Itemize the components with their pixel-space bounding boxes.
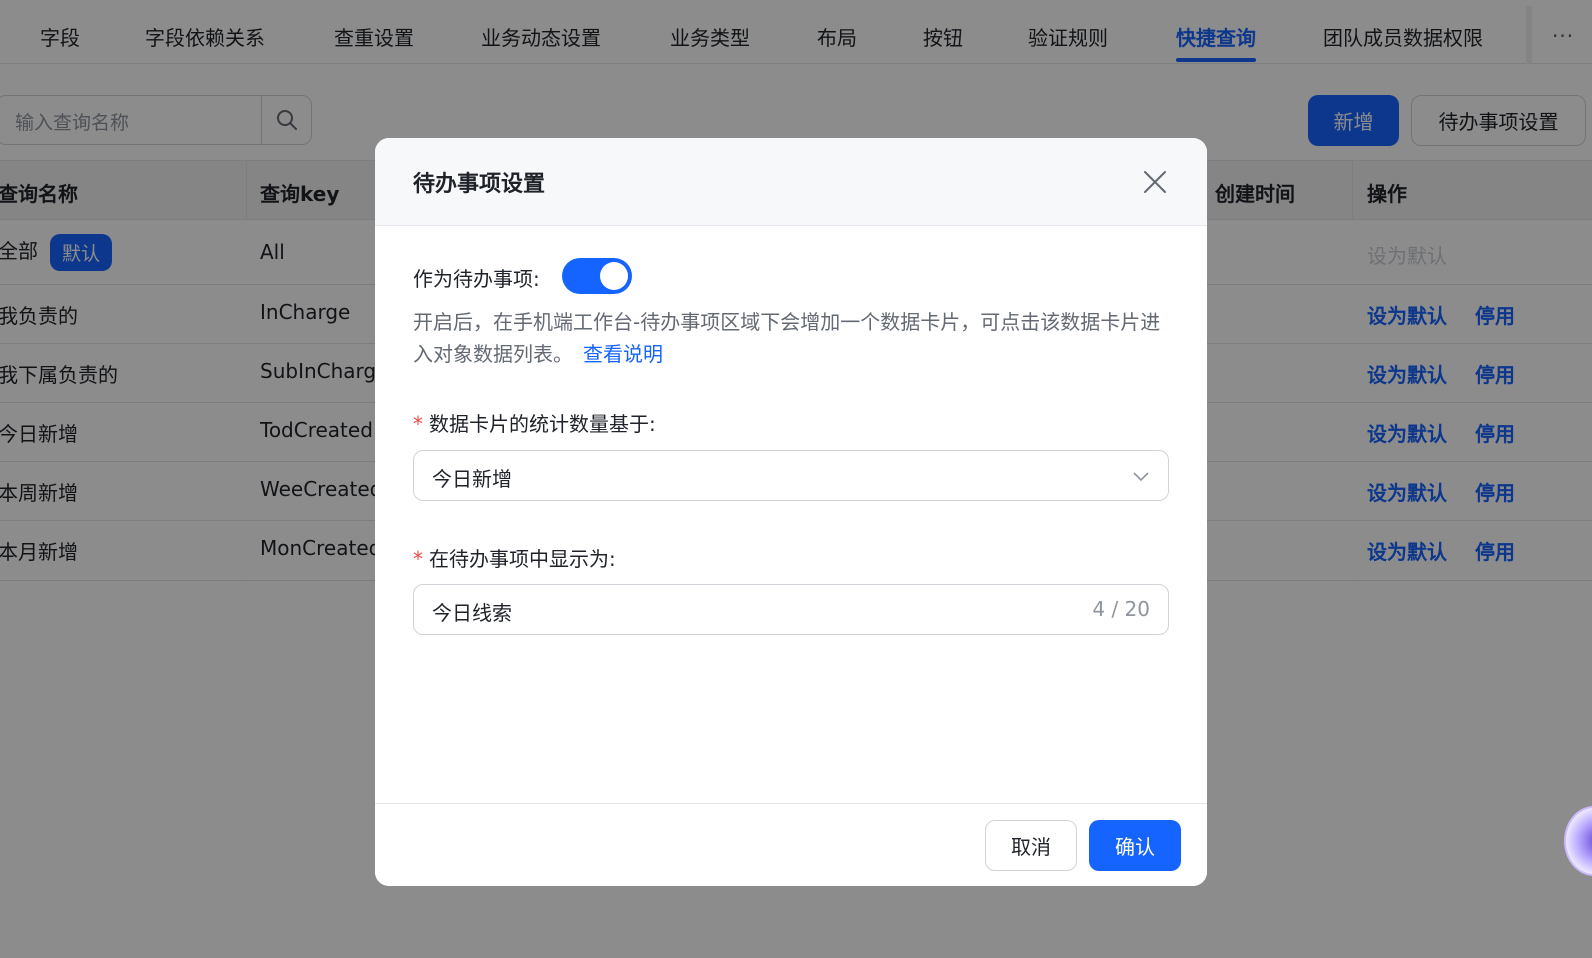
chevron-down-icon [1133,472,1149,482]
view-instructions-link[interactable]: 查看说明 [583,342,663,366]
display-name-input[interactable]: 今日线索 4 / 20 [413,584,1169,635]
confirm-button[interactable]: 确认 [1089,820,1181,871]
stat-basis-value: 今日新增 [432,467,512,491]
help-description: 开启后，在手机端工作台-待办事项区域下会增加一个数据卡片，可点击该数据卡片进入对… [413,310,1161,366]
display-name-label: * 在待办事项中显示为: [413,543,616,572]
display-name-value: 今日线索 [432,601,512,625]
dialog-footer: 取消 确认 [375,803,1207,886]
dialog-header: 待办事项设置 [375,138,1207,226]
toggle-knob [600,262,628,290]
todo-toggle-label: 作为待办事项: [413,267,540,291]
cancel-button[interactable]: 取消 [985,820,1077,871]
required-marker: * [413,547,423,571]
dialog-title: 待办事项设置 [413,172,546,197]
todo-toggle-switch[interactable] [562,258,632,294]
required-marker: * [413,412,423,436]
char-counter: 4 / 20 [1092,597,1150,621]
stat-basis-select[interactable]: 今日新增 [413,450,1169,501]
todo-settings-dialog: 待办事项设置 作为待办事项: 开启后，在手机端工作台-待办事项区域下会增加一个数… [375,138,1207,886]
display-name-label-text: 在待办事项中显示为: [429,547,616,571]
stat-basis-label-text: 数据卡片的统计数量基于: [429,412,656,436]
help-text: 开启后，在手机端工作台-待办事项区域下会增加一个数据卡片，可点击该数据卡片进入对… [413,306,1173,370]
close-icon[interactable] [1141,168,1169,196]
stat-basis-label: * 数据卡片的统计数量基于: [413,408,656,437]
